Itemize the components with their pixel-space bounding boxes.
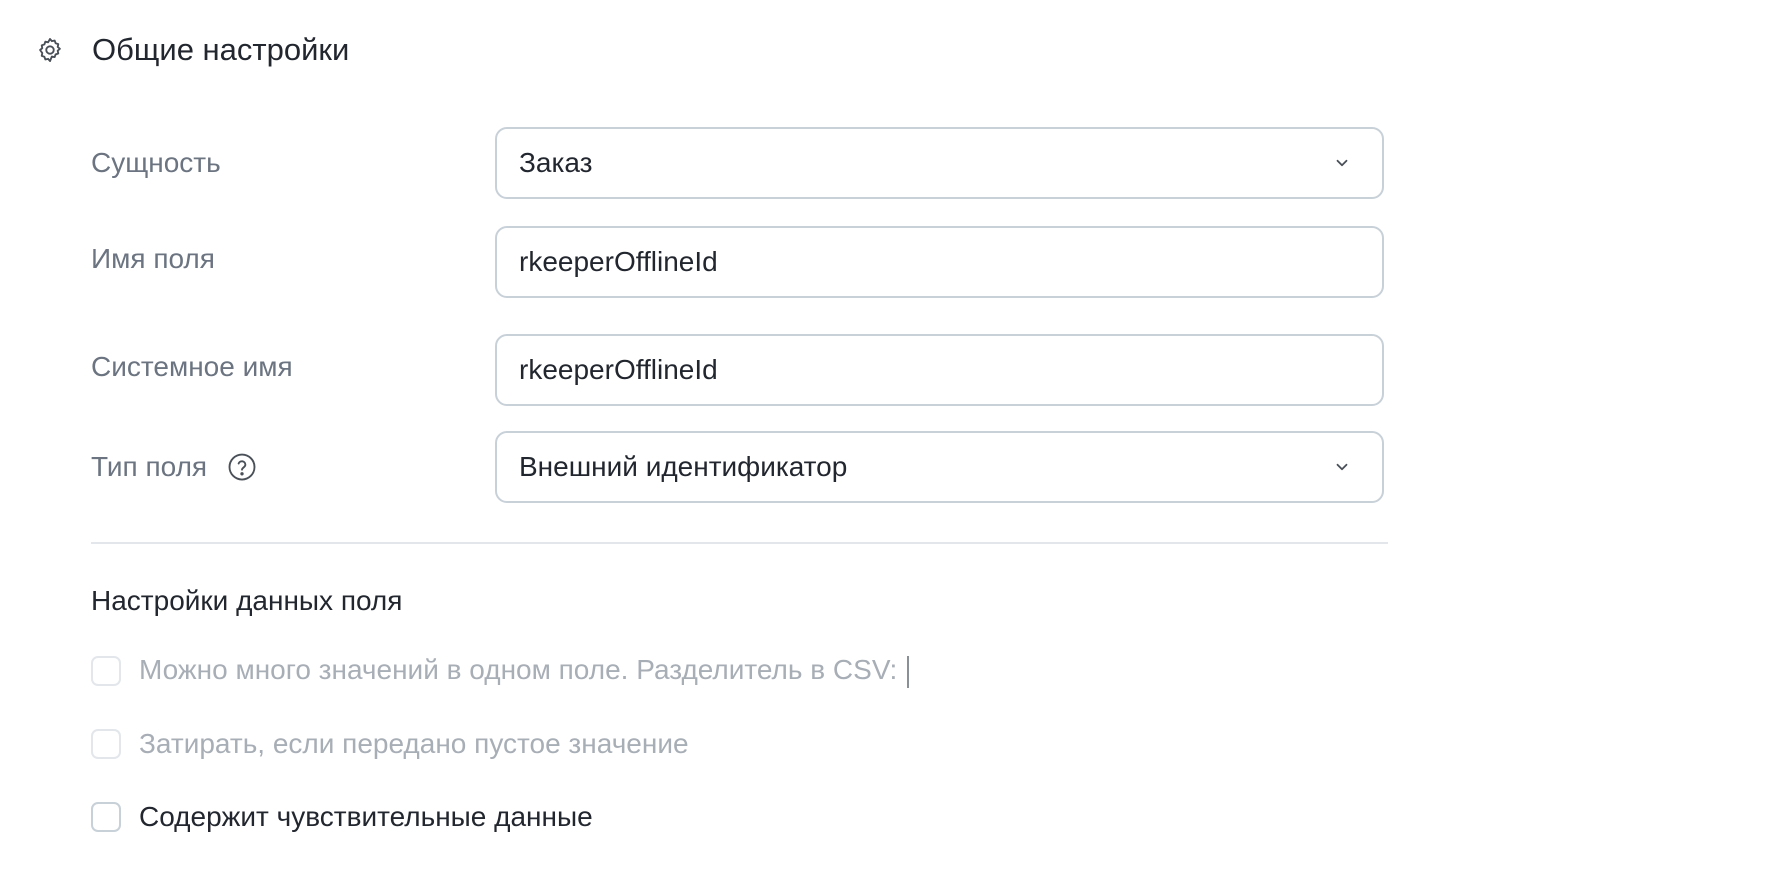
csv-separator-input[interactable] — [907, 655, 910, 688]
field-type-select[interactable]: Внешний идентификатор — [495, 431, 1384, 503]
system-name-input[interactable] — [519, 354, 1360, 386]
multi-value-option: Можно много значений в одном поле. Разде… — [91, 654, 910, 688]
system-name-row: Системное имя — [91, 334, 1388, 406]
system-name-label: Системное имя — [91, 351, 293, 382]
multi-value-label: Можно много значений в одном поле. Разде… — [139, 654, 910, 688]
field-name-label: Имя поля — [91, 243, 215, 274]
entity-select[interactable]: Заказ — [495, 127, 1384, 199]
question-circle-icon[interactable] — [227, 452, 257, 482]
section-header: Общие настройки — [36, 30, 349, 70]
overwrite-empty-option: Затирать, если передано пустое значение — [91, 727, 689, 761]
sensitive-data-option: Содержит чувствительные данные — [91, 800, 593, 834]
chevron-down-icon — [1332, 153, 1352, 173]
system-name-input-wrapper — [495, 334, 1384, 406]
field-type-row: Тип поля Внешний идентификатор — [91, 431, 1388, 503]
multi-value-checkbox[interactable] — [91, 656, 121, 686]
chevron-down-icon — [1332, 457, 1352, 477]
sensitive-data-label: Содержит чувствительные данные — [139, 801, 593, 832]
field-type-select-value: Внешний идентификатор — [519, 451, 848, 482]
entity-label: Сущность — [91, 147, 221, 178]
overwrite-empty-label: Затирать, если передано пустое значение — [139, 728, 689, 759]
overwrite-empty-checkbox[interactable] — [91, 729, 121, 759]
data-settings-heading: Настройки данных поля — [91, 585, 403, 616]
section-title: Общие настройки — [92, 32, 350, 67]
field-name-row: Имя поля — [91, 226, 1388, 298]
field-type-label: Тип поля — [91, 451, 208, 482]
gear-icon — [36, 36, 64, 64]
field-name-input[interactable] — [519, 246, 1360, 278]
field-type-label-group: Тип поля — [91, 431, 257, 503]
divider — [91, 542, 1388, 544]
entity-select-value: Заказ — [519, 147, 593, 178]
field-name-input-wrapper — [495, 226, 1384, 298]
sensitive-data-checkbox[interactable] — [91, 802, 121, 832]
entity-row: Сущность Заказ — [91, 127, 1388, 199]
